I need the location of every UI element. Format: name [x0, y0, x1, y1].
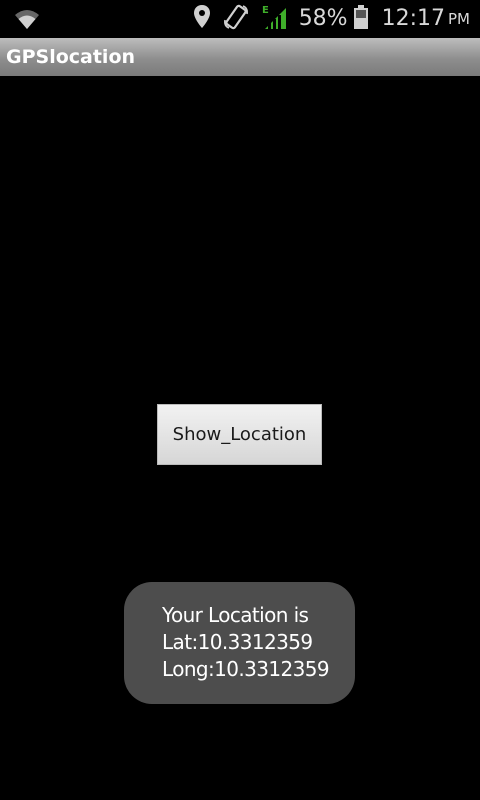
status-bar: E 58% 12:17 PM	[0, 0, 480, 38]
status-icons: E 58% 12:17 PM	[181, 0, 470, 38]
wifi-icon	[14, 8, 40, 34]
network-type-label: E	[262, 5, 269, 16]
clock-time: 12:17	[381, 6, 445, 31]
battery-icon	[353, 5, 368, 33]
screen-rotate-icon	[223, 4, 249, 34]
app-title: GPSlocation	[6, 46, 136, 68]
toast-heading: Your Location is	[162, 603, 309, 627]
toast-longitude: Long:10.3312359	[162, 657, 330, 681]
clock-ampm: PM	[448, 10, 470, 28]
toast-latitude: Lat:10.3312359	[162, 630, 313, 654]
battery-percent: 58%	[298, 6, 348, 31]
show-location-button[interactable]: Show_Location	[157, 404, 322, 465]
action-bar: GPSlocation	[0, 38, 480, 76]
location-toast: Your Location is Lat:10.3312359 Long:10.…	[124, 582, 355, 704]
location-pin-icon	[193, 5, 211, 33]
app-screen: E 58% 12:17 PM GPSlocation Show_Location…	[0, 0, 480, 800]
signal-e-icon: E	[261, 4, 287, 34]
